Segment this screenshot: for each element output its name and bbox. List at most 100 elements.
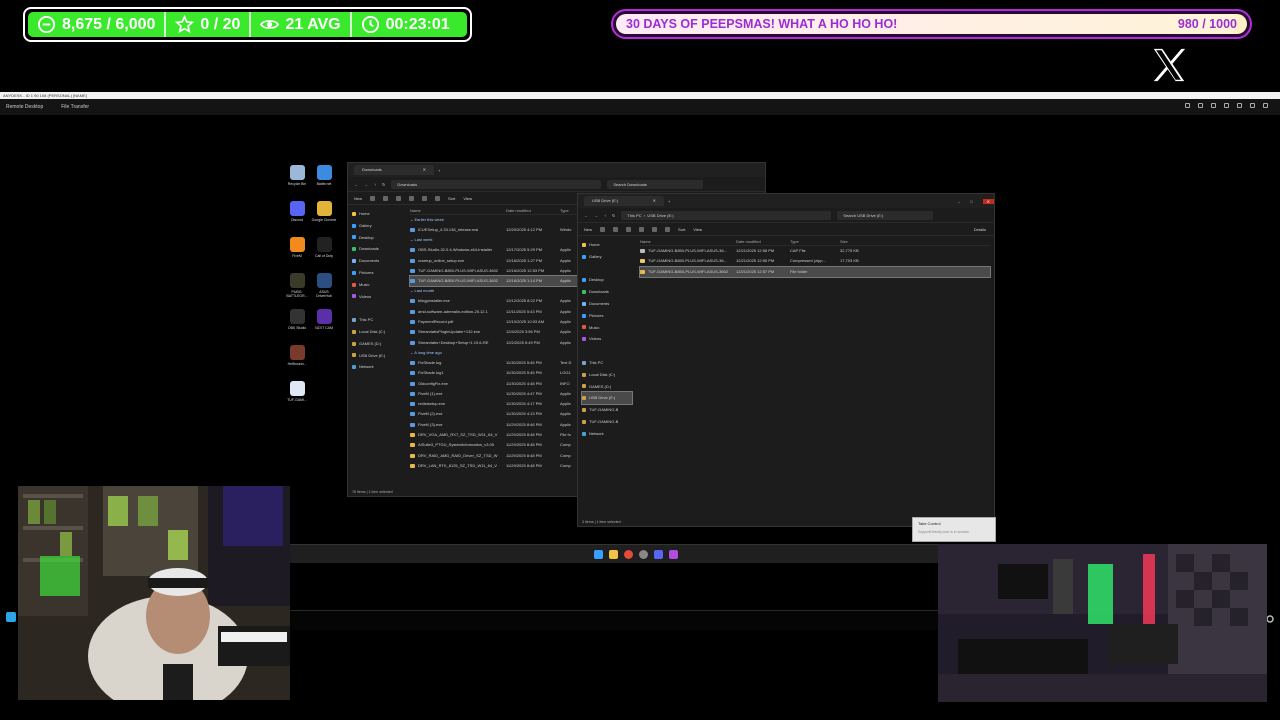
nav-item[interactable]: Local Disk (C:) xyxy=(582,369,632,381)
monitor-icon[interactable] xyxy=(1185,103,1190,108)
nav-item[interactable]: Videos xyxy=(582,333,632,345)
desktop-icon[interactable]: Discord xyxy=(284,201,310,222)
new-tab-icon[interactable]: + xyxy=(668,199,670,204)
copy-icon[interactable] xyxy=(383,195,389,201)
nav-item[interactable]: Pictures xyxy=(352,267,402,279)
address-bar[interactable]: Downloads xyxy=(391,179,602,189)
tab-usb-drive[interactable]: USB Drive (E:) ✕ xyxy=(584,196,664,206)
nav-item[interactable]: Desktop xyxy=(582,274,632,286)
nav-item[interactable]: GAMES (D:) xyxy=(352,338,402,350)
nav-item[interactable]: Music xyxy=(352,279,402,291)
delete-icon[interactable] xyxy=(665,226,671,232)
discord-icon[interactable] xyxy=(654,550,663,559)
close-icon[interactable]: ✕ xyxy=(982,198,994,204)
column-date[interactable]: Date modified xyxy=(736,238,790,245)
sort-button[interactable]: Sort xyxy=(448,196,455,201)
nav-item[interactable]: USB Drive (E:) xyxy=(352,350,402,362)
nav-item[interactable]: Music xyxy=(582,322,632,334)
column-date[interactable]: Date modified xyxy=(506,207,560,214)
nav-item[interactable]: Local Disk (C:) xyxy=(352,326,402,338)
back-icon[interactable]: ← xyxy=(354,182,358,187)
copy-icon[interactable] xyxy=(613,226,619,232)
nav-item[interactable]: This PC xyxy=(582,357,632,369)
nav-item[interactable]: Desktop xyxy=(352,232,402,244)
file-transfer-tab[interactable]: File Transfer xyxy=(61,104,89,110)
new-button[interactable]: New xyxy=(584,227,592,232)
streamlabs-icon[interactable] xyxy=(669,550,678,559)
address-bar[interactable]: This PC › USB Drive (E:) xyxy=(621,210,832,220)
nav-item[interactable]: Pictures xyxy=(582,310,632,322)
share-icon[interactable] xyxy=(652,226,658,232)
new-tab-icon[interactable]: + xyxy=(438,168,440,173)
remote-desktop-tab[interactable]: Remote Desktop xyxy=(6,104,43,110)
file-explorer-icon[interactable] xyxy=(609,550,618,559)
nav-item[interactable]: TUF-GAMING-B xyxy=(582,404,632,416)
file-row[interactable]: TUF-GAMING-B850-PLUS-WIFI-ASUS-36... 12/2… xyxy=(640,246,990,256)
search-input[interactable]: Search Downloads xyxy=(607,179,704,189)
paste-icon[interactable] xyxy=(396,195,402,201)
column-size[interactable]: Size xyxy=(840,238,870,245)
nav-item[interactable]: TUF-GAMING-B xyxy=(582,416,632,428)
nav-item[interactable]: Downloads xyxy=(352,243,402,255)
rename-icon[interactable] xyxy=(639,226,645,232)
nav-item[interactable]: Documents xyxy=(582,298,632,310)
desktop-icon[interactable]: PUBG: BATTLEGR... xyxy=(284,273,310,298)
nav-item[interactable]: GAMES (D:) xyxy=(582,381,632,393)
actions-icon[interactable] xyxy=(1211,103,1216,108)
nav-item[interactable]: Home xyxy=(582,239,632,251)
refresh-icon[interactable]: ↻ xyxy=(612,213,615,218)
settings-icon[interactable] xyxy=(639,550,648,559)
nav-item[interactable]: Gallery xyxy=(352,220,402,232)
view-button[interactable]: View xyxy=(463,196,472,201)
new-button[interactable]: New xyxy=(354,196,362,201)
desktop-icon[interactable]: OBS Studio xyxy=(284,309,310,330)
desktop-icon[interactable]: TUF-GAMI... xyxy=(284,381,310,402)
up-icon[interactable]: ↑ xyxy=(374,182,376,187)
desktop-icon[interactable]: Recycle Bin xyxy=(284,165,310,186)
maximize-icon[interactable]: □ xyxy=(970,199,972,204)
desktop-icon[interactable]: Hellbound... xyxy=(284,345,310,366)
desktop-icon[interactable]: NZXT CAM xyxy=(311,309,337,330)
file-row[interactable]: TUF-GAMING-B850-PLUS-WIFI-ASUS-36... 12/2… xyxy=(640,256,990,266)
usb-drive-window[interactable]: USB Drive (E:) ✕ + – □ ✕ ← → ↑ ↻ This PC … xyxy=(577,193,995,527)
cut-icon[interactable] xyxy=(600,226,606,232)
menu-icon[interactable] xyxy=(1263,103,1268,108)
up-icon[interactable]: ↑ xyxy=(604,213,606,218)
notification-toast[interactable]: Take Control SupportDirectly.com is in s… xyxy=(912,517,996,542)
column-name[interactable]: Name xyxy=(640,238,736,245)
start-icon[interactable] xyxy=(594,550,603,559)
nav-item[interactable]: Gallery xyxy=(582,251,632,263)
refresh-icon[interactable]: ↻ xyxy=(382,182,385,187)
file-row[interactable]: TUF-GAMING-B850-PLUS-WIFI-ASUS-3602 12/21… xyxy=(639,265,991,278)
chrome-icon[interactable] xyxy=(624,550,633,559)
column-type[interactable]: Type xyxy=(790,238,840,245)
cut-icon[interactable] xyxy=(370,195,376,201)
forward-icon[interactable]: → xyxy=(594,213,598,218)
minimize-icon[interactable]: – xyxy=(958,199,960,204)
desktop-icon[interactable]: FiveM xyxy=(284,237,310,258)
forward-icon[interactable]: → xyxy=(364,182,368,187)
nav-item[interactable]: Network xyxy=(352,361,402,373)
chat-icon[interactable] xyxy=(1198,103,1203,108)
nav-item[interactable]: Network xyxy=(582,428,632,440)
share-icon[interactable] xyxy=(422,195,428,201)
search-input[interactable]: Search USB Drive (E:) xyxy=(837,210,934,220)
details-button[interactable]: Details xyxy=(974,227,994,232)
desktop-icon[interactable]: Google Chrome xyxy=(311,201,337,222)
settings-icon[interactable] xyxy=(1237,103,1242,108)
column-name[interactable]: Name xyxy=(410,207,506,214)
nav-item[interactable]: Home xyxy=(352,208,402,220)
nav-item[interactable]: USB Drive (E:) xyxy=(581,391,633,406)
desktop-icon[interactable]: ASUS DriverHub xyxy=(311,273,337,298)
paste-icon[interactable] xyxy=(626,226,632,232)
nav-item[interactable]: This PC xyxy=(352,314,402,326)
view-button[interactable]: View xyxy=(693,227,702,232)
nav-item[interactable]: Videos xyxy=(352,291,402,303)
desktop-icon[interactable]: Battle.net xyxy=(311,165,337,186)
fullscreen-icon[interactable] xyxy=(1250,103,1255,108)
back-icon[interactable]: ← xyxy=(584,213,588,218)
rename-icon[interactable] xyxy=(409,195,415,201)
delete-icon[interactable] xyxy=(435,195,441,201)
desktop-icon[interactable]: Call of Duty xyxy=(311,237,337,258)
sort-button[interactable]: Sort xyxy=(678,227,685,232)
